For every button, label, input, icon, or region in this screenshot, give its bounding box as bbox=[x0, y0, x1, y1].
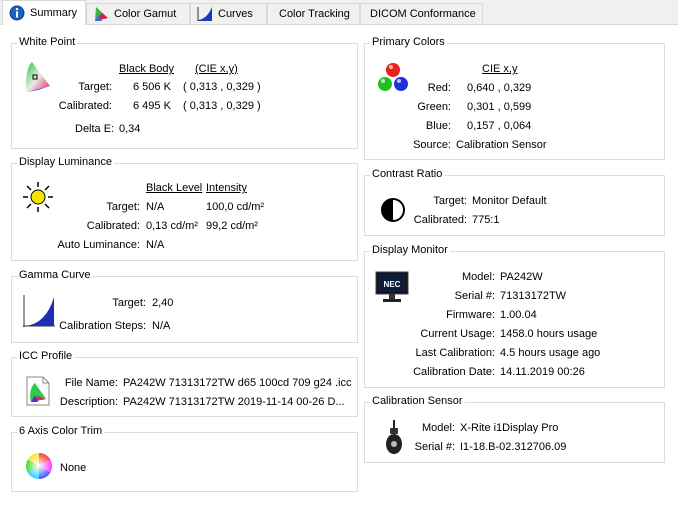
tab-label: Color Gamut bbox=[114, 8, 177, 20]
model-label: Model: bbox=[461, 271, 495, 283]
group-title: 6 Axis Color Trim bbox=[17, 425, 105, 437]
firmware-label: Firmware: bbox=[446, 309, 495, 321]
calibration-steps-label: Calibration Steps: bbox=[59, 320, 146, 332]
color-wheel-icon bbox=[24, 451, 54, 484]
contrast-calibrated-value: 775:1 bbox=[472, 214, 500, 226]
target-intensity: 100,0 cd/m² bbox=[206, 201, 265, 213]
group-title: White Point bbox=[17, 36, 78, 48]
cie-header: CIE x,y bbox=[482, 63, 518, 75]
current-usage-label: Current Usage: bbox=[420, 328, 495, 340]
sun-icon bbox=[22, 181, 54, 216]
file-name-label: File Name: bbox=[64, 377, 118, 389]
calibrated-label: Calibrated: bbox=[413, 214, 467, 226]
target-cie: ( 0,313 , 0,329 ) bbox=[183, 81, 261, 93]
gamma-curve-group: Gamma Curve Target: 2,40 Calibration Ste… bbox=[11, 269, 358, 343]
target-label: Target: bbox=[112, 297, 146, 309]
group-title: Display Luminance bbox=[17, 156, 114, 168]
file-name-value: PA242W 71313172TW d65 100cd 709 g24 .icc bbox=[123, 377, 352, 389]
red-label: Red: bbox=[427, 82, 451, 94]
white-point-group: White Point Black Body (CIE x,y) Target:… bbox=[11, 36, 358, 149]
target-black-body: 6 506 K bbox=[133, 81, 171, 93]
tab-label: Curves bbox=[218, 8, 253, 20]
tab-summary[interactable]: Summary bbox=[2, 0, 86, 25]
calibrated-intensity: 99,2 cd/m² bbox=[206, 220, 258, 232]
sensor-serial-value: I1-18.B-02.312706.09 bbox=[460, 441, 567, 453]
tab-dicom-conformance[interactable]: DICOM Conformance bbox=[360, 3, 483, 24]
group-title: Display Monitor bbox=[370, 244, 450, 256]
calibration-sensor-group: Calibration Sensor Model: X-Rite i1Displ… bbox=[364, 395, 665, 463]
intensity-header: Intensity bbox=[206, 182, 247, 194]
black-level-header: Black Level bbox=[146, 182, 203, 194]
tab-bar: Summary Color Gamut Curves Color Trackin… bbox=[0, 0, 678, 25]
description-value: PA242W 71313172TW 2019-11-14 00-26 D... bbox=[123, 396, 345, 408]
green-value: 0,301 , 0,599 bbox=[467, 101, 532, 113]
display-monitor-group: Display Monitor NEC Model: PA242W Serial… bbox=[364, 244, 665, 388]
target-black-level: N/A bbox=[146, 201, 165, 213]
group-title: Gamma Curve bbox=[17, 269, 93, 281]
contrast-ratio-group: Contrast Ratio Target: Monitor Default C… bbox=[364, 168, 665, 236]
group-title: ICC Profile bbox=[17, 350, 75, 362]
six-axis-color-trim-group: 6 Axis Color Trim None bbox=[11, 425, 358, 492]
group-title: Primary Colors bbox=[370, 36, 447, 48]
cie-header: (CIE x,y) bbox=[195, 63, 238, 75]
target-label: Target: bbox=[78, 81, 112, 93]
blue-label: Blue: bbox=[425, 120, 451, 132]
black-body-header: Black Body bbox=[119, 63, 175, 75]
delta-e-label: Delta E: bbox=[75, 123, 115, 135]
calibration-steps-value: N/A bbox=[152, 320, 171, 332]
description-label: Description: bbox=[59, 396, 118, 408]
tab-label: Summary bbox=[30, 7, 78, 19]
source-value: Calibration Sensor bbox=[456, 139, 547, 151]
calibrated-label: Calibrated: bbox=[58, 100, 112, 112]
last-calibration-label: Last Calibration: bbox=[415, 347, 496, 359]
icc-document-icon bbox=[26, 376, 50, 409]
color-gamut-icon bbox=[93, 6, 109, 22]
serial-label: Serial #: bbox=[454, 290, 495, 302]
auto-luminance-value: N/A bbox=[146, 239, 165, 251]
monitor-icon: NEC bbox=[375, 271, 409, 306]
model-value: PA242W bbox=[500, 271, 543, 283]
green-label: Green: bbox=[417, 101, 451, 113]
tab-label: DICOM Conformance bbox=[370, 8, 476, 20]
target-label: Target: bbox=[106, 201, 140, 213]
target-label: Target: bbox=[433, 195, 467, 207]
calibration-date-label: Calibration Date: bbox=[413, 366, 495, 378]
sensor-model-label: Model: bbox=[421, 422, 455, 434]
group-title: Calibration Sensor bbox=[370, 395, 465, 407]
sensor-model-value: X-Rite i1Display Pro bbox=[460, 422, 559, 434]
tab-curves[interactable]: Curves bbox=[190, 3, 267, 24]
sensor-serial-label: Serial #: bbox=[414, 441, 455, 453]
tab-color-gamut[interactable]: Color Gamut bbox=[86, 3, 190, 24]
auto-luminance-label: Auto Luminance: bbox=[57, 239, 140, 251]
blue-value: 0,157 , 0,064 bbox=[467, 120, 532, 132]
calibration-date-value: 14.11.2019 00:26 bbox=[500, 366, 585, 378]
serial-value: 71313172TW bbox=[500, 290, 567, 302]
group-title: Contrast Ratio bbox=[370, 168, 445, 180]
primary-colors-group: Primary Colors CIE x,y Red: 0,640 , 0,32… bbox=[364, 36, 665, 160]
current-usage-value: 1458.0 hours usage bbox=[500, 328, 598, 340]
calibrated-cie: ( 0,313 , 0,329 ) bbox=[183, 100, 261, 112]
sensor-device-icon bbox=[384, 420, 404, 459]
curves-icon bbox=[197, 6, 213, 22]
contrast-target-value: Monitor Default bbox=[472, 195, 547, 207]
source-label: Source: bbox=[413, 139, 451, 151]
firmware-value: 1.00.04 bbox=[500, 309, 537, 321]
red-value: 0,640 , 0,329 bbox=[467, 82, 532, 94]
last-calibration-value: 4.5 hours usage ago bbox=[500, 347, 601, 359]
info-icon bbox=[9, 5, 25, 21]
delta-e-value: 0,34 bbox=[119, 123, 141, 135]
calibrated-black-body: 6 495 K bbox=[133, 100, 171, 112]
gamma-target-value: 2,40 bbox=[152, 297, 174, 309]
icc-profile-group: ICC Profile File Name: PA242W 71313172TW… bbox=[11, 350, 358, 417]
tab-label: Color Tracking bbox=[279, 8, 350, 20]
tab-color-tracking[interactable]: Color Tracking bbox=[267, 3, 360, 24]
monitor-logo-text: NEC bbox=[384, 280, 401, 289]
six-axis-value: None bbox=[60, 462, 87, 474]
calibrated-label: Calibrated: bbox=[86, 220, 140, 232]
calibrated-black-level: 0,13 cd/m² bbox=[146, 220, 198, 232]
display-luminance-group: Display Luminance Black Level Intensity … bbox=[11, 156, 358, 261]
